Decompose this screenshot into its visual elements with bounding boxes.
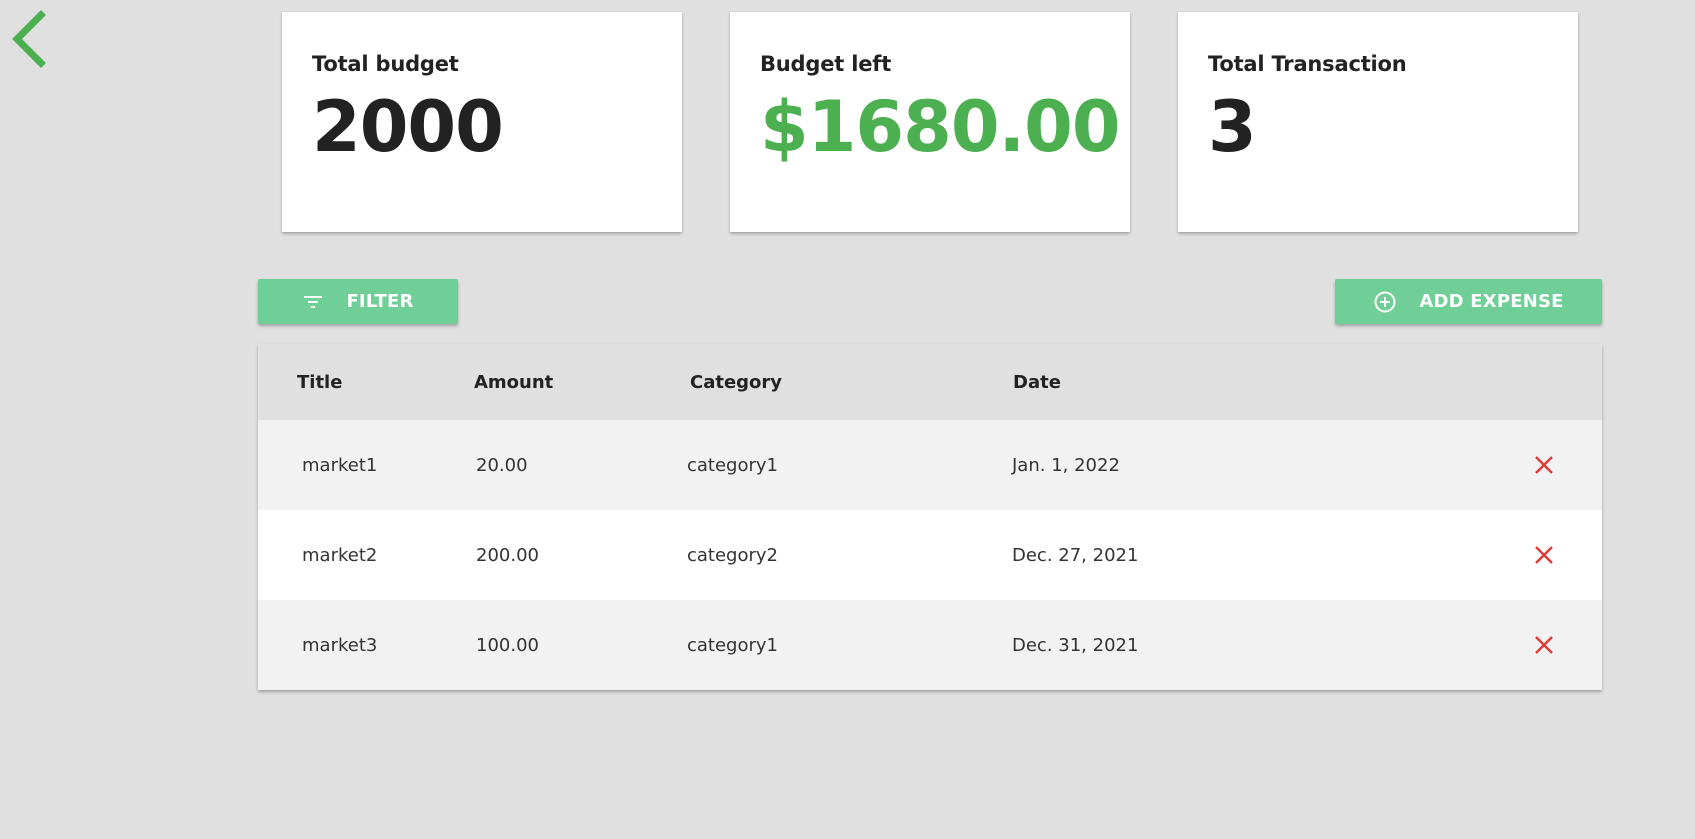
delete-button[interactable]: [1524, 535, 1564, 575]
table-row: market1 20.00 category1 Jan. 1, 2022: [258, 420, 1602, 510]
table-row: market2 200.00 category2 Dec. 27, 2021: [258, 510, 1602, 600]
total-budget-card: Total budget 2000: [282, 12, 682, 232]
cell-category: category2: [687, 544, 779, 566]
card-value: 3: [1208, 86, 1257, 168]
cell-date: Jan. 1, 2022: [1012, 454, 1120, 476]
card-label: Budget left: [760, 52, 892, 76]
column-header-category[interactable]: Category: [690, 372, 1013, 393]
back-button[interactable]: [4, 8, 50, 70]
close-icon: [1535, 636, 1553, 654]
cell-amount: 20.00: [476, 454, 528, 476]
cell-title: market1: [302, 454, 378, 476]
filter-button[interactable]: FILTER: [258, 279, 458, 324]
cell-amount: 100.00: [476, 634, 539, 656]
chevron-left-icon: [12, 10, 46, 68]
cell-date: Dec. 27, 2021: [1012, 544, 1139, 566]
card-label: Total budget: [312, 52, 459, 76]
card-label: Total Transaction: [1208, 52, 1407, 76]
table-row: market3 100.00 category1 Dec. 31, 2021: [258, 600, 1602, 690]
cell-date: Dec. 31, 2021: [1012, 634, 1139, 656]
cell-title: market2: [302, 544, 378, 566]
add-expense-button[interactable]: ADD EXPENSE: [1335, 279, 1602, 324]
expense-dashboard: Total budget 2000 Budget left $1680.00 T…: [0, 0, 1695, 839]
filter-icon: [302, 294, 324, 310]
filter-label: FILTER: [346, 291, 414, 312]
delete-button[interactable]: [1524, 625, 1564, 665]
summary-cards: Total budget 2000 Budget left $1680.00 T…: [282, 12, 1578, 232]
expenses-table: Title Amount Category Date market1 20.00…: [258, 344, 1602, 690]
table-header: Title Amount Category Date: [258, 344, 1602, 420]
cell-amount: 200.00: [476, 544, 539, 566]
cell-title: market3: [302, 634, 378, 656]
close-icon: [1535, 456, 1553, 474]
close-icon: [1535, 546, 1553, 564]
plus-circle-icon: [1373, 290, 1397, 314]
cell-category: category1: [687, 634, 779, 656]
budget-left-card: Budget left $1680.00: [730, 12, 1130, 232]
column-header-title[interactable]: Title: [258, 372, 474, 393]
add-expense-label: ADD EXPENSE: [1419, 291, 1564, 312]
card-value: 2000: [312, 86, 504, 168]
column-header-date[interactable]: Date: [1013, 372, 1602, 393]
column-header-amount[interactable]: Amount: [474, 372, 690, 393]
cell-category: category1: [687, 454, 779, 476]
card-value: $1680.00: [760, 86, 1121, 168]
delete-button[interactable]: [1524, 445, 1564, 485]
total-transaction-card: Total Transaction 3: [1178, 12, 1578, 232]
